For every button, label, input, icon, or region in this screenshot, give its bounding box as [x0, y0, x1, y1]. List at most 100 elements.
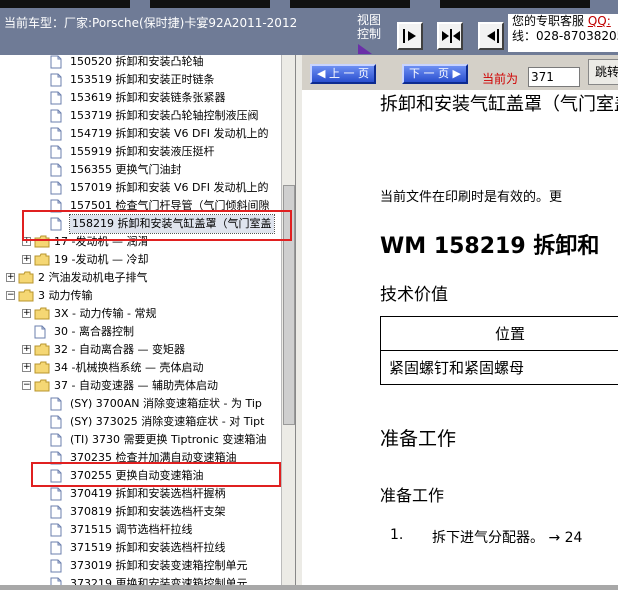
tree-item-label: 156355 更换气门油封 — [70, 163, 182, 176]
tree-item-label: 150520 拆卸和安装凸轮轴 — [70, 55, 204, 68]
preparation-heading: 准备工作 — [380, 428, 457, 450]
tree-vertical-scrollbar[interactable] — [281, 55, 295, 585]
tree-item-label: 37 - 自动变速器 — 辅助壳体启动 — [54, 379, 218, 392]
jump-button[interactable]: 跳转 — [588, 59, 618, 85]
tree-item-label: 3X - 动力传输 - 常规 — [54, 307, 157, 320]
step-text: 拆下进气分配器。 → 24 — [432, 530, 583, 546]
page-navigation-bar: ◀ 上 一 页 下 一 页 ▶ 当前为 跳转 — [302, 55, 618, 90]
tree-item-label: 153619 拆卸和安装链条张紧器 — [70, 91, 226, 104]
document-heading: WM 158219 拆卸和 — [380, 234, 600, 259]
tree-item[interactable]: 153719 拆卸和安装凸轮轴控制液压阀 — [0, 107, 281, 125]
highlight-box-370255 — [31, 462, 281, 487]
tree-item[interactable]: 157019 拆卸和安装 V6 DFI 发动机上的 — [0, 179, 281, 197]
top-strip — [0, 0, 130, 8]
table-header-position: 位置 — [380, 316, 618, 351]
contact-line-1: 您的专职客服 QQ: — [512, 14, 611, 28]
tree-item-label: 373219 更换和安装变速箱控制单元 — [70, 577, 248, 585]
next-page-button[interactable]: 下 一 页 ▶ — [402, 64, 468, 84]
table-cell: 紧固螺钉和紧固螺母 — [380, 350, 618, 385]
contact-line-2: 线：028-87038205 — [512, 29, 618, 43]
tree-item-label: 32 - 自动离合器 — 变矩器 — [54, 343, 185, 356]
tree-item[interactable]: 154719 拆卸和安装 V6 DFI 发动机上的 — [0, 125, 281, 143]
tree-folder[interactable]: +3X - 动力传输 - 常规 — [0, 305, 281, 323]
spec-table: 位置 紧固螺钉和紧固螺母 — [380, 316, 618, 385]
tree-folder[interactable]: +32 - 自动离合器 — 变矩器 — [0, 341, 281, 359]
collapse-icon[interactable]: − — [22, 381, 31, 390]
collapse-icon[interactable]: − — [6, 291, 15, 300]
vehicle-label: 当前车型：厂家:Porsche(保时捷)卡宴92A2011-2012 — [4, 16, 298, 30]
view-control-arrow-icon — [358, 44, 372, 54]
top-strip — [150, 0, 270, 8]
tree-item-label: 370819 拆卸和安装选档杆支架 — [70, 505, 226, 518]
top-strip — [290, 0, 410, 8]
tree-item[interactable]: 153619 拆卸和安装链条张紧器 — [0, 89, 281, 107]
page-number-input[interactable] — [528, 67, 580, 87]
tree-item[interactable]: (SY) 373025 消除变速箱症状 - 对 Tipt — [0, 413, 281, 431]
tree-item[interactable]: 153519 拆卸和安装正时链条 — [0, 71, 281, 89]
tree-item[interactable]: 370819 拆卸和安装选档杆支架 — [0, 503, 281, 521]
tree-folder[interactable]: +2 汽油发动机电子排气 — [0, 269, 281, 287]
expand-icon[interactable]: + — [22, 345, 31, 354]
prev-page-button[interactable]: ◀ 上 一 页 — [310, 64, 376, 84]
qq-link[interactable]: QQ: — [588, 14, 611, 28]
expand-icon[interactable]: + — [22, 255, 31, 264]
tree-item-label: (SY) 373025 消除变速箱症状 - 对 Tipt — [70, 415, 265, 428]
prev-arrow-icon: ◀ — [317, 67, 326, 80]
table-row: 紧固螺钉和紧固螺母 — [380, 350, 618, 385]
tree-item[interactable]: 156355 更换气门油封 — [0, 161, 281, 179]
tree-item[interactable]: 373219 更换和安装变速箱控制单元 — [0, 575, 281, 585]
tree-folder[interactable]: +19 -发动机 — 冷却 — [0, 251, 281, 269]
step-number: 1. — [390, 527, 404, 543]
document-title: 拆卸和安装气缸盖罩（气门室盖） — [380, 94, 618, 115]
collapse-right-button[interactable] — [478, 22, 504, 50]
customer-service-info: 您的专职客服 QQ: 线：028-87038205 — [508, 14, 618, 52]
tree-item[interactable]: (TI) 3730 需要更换 Tiptronic 变速箱油 — [0, 431, 281, 449]
current-page-label: 当前为 — [482, 72, 519, 86]
tree-item-label: 153719 拆卸和安装凸轮轴控制液压阀 — [70, 109, 259, 122]
preparation-subheading: 准备工作 — [380, 486, 445, 505]
table-header-row: 位置 — [380, 316, 618, 351]
tree-item-label: 2 汽油发动机电子排气 — [38, 271, 148, 284]
tree-folder[interactable]: − 37 - 自动变速器 — 辅助壳体启动 — [0, 377, 281, 395]
collapse-left-button[interactable] — [397, 22, 423, 50]
tree-item[interactable]: 371519 拆卸和安装选档杆拉线 — [0, 539, 281, 557]
tree-item-label: (TI) 3730 需要更换 Tiptronic 变速箱油 — [70, 433, 267, 446]
top-bar: 当前车型：厂家:Porsche(保时捷)卡宴92A2011-2012 视图控制 … — [0, 0, 618, 55]
tech-values-heading: 技术价值 — [380, 285, 448, 305]
tree-item[interactable]: 30 - 离合器控制 — [0, 323, 281, 341]
document-icon — [50, 577, 62, 585]
document-view: 拆卸和安装气缸盖罩（气门室盖） 当前文件在印刷时是有效的。更 WM 158219… — [302, 90, 618, 585]
arrow-right-bar-icon — [403, 29, 416, 43]
tree-item[interactable]: 150520 拆卸和安装凸轮轴 — [0, 55, 281, 71]
tree-item[interactable]: (SY) 3700AN 消除变速箱症状 - 为 Tip — [0, 395, 281, 413]
print-validity-note: 当前文件在印刷时是有效的。更 — [380, 190, 563, 205]
tree-item-label: 371515 调节选档杆拉线 — [70, 523, 193, 536]
tree-folder[interactable]: +34 -机械换档系统 — 壳体启动 — [0, 359, 281, 377]
tree-folder[interactable]: − 3 动力传输 — [0, 287, 281, 305]
tree-item-label: 153519 拆卸和安装正时链条 — [70, 73, 215, 86]
tree-item[interactable]: 155919 拆卸和安装液压挺杆 — [0, 143, 281, 161]
view-control-label: 视图控制 — [356, 13, 381, 41]
tree-item-label: 19 -发动机 — 冷却 — [54, 253, 149, 266]
tree-item[interactable]: 373019 拆卸和安装变速箱控制单元 — [0, 557, 281, 575]
tree-item-label: 370419 拆卸和安装选档杆握柄 — [70, 487, 226, 500]
tree-item-label: 373019 拆卸和安装变速箱控制单元 — [70, 559, 248, 572]
next-arrow-icon: ▶ — [452, 67, 461, 80]
top-strip — [440, 0, 590, 8]
tree-item[interactable]: 371515 调节选档杆拉线 — [0, 521, 281, 539]
tree-item-label: 371519 拆卸和安装选档杆拉线 — [70, 541, 226, 554]
bottom-scrollbar[interactable] — [296, 585, 618, 590]
tree-horizontal-scrollbar[interactable] — [0, 585, 296, 590]
tree-item-label: 155919 拆卸和安装液压挺杆 — [70, 145, 215, 158]
split-arrows-icon — [442, 29, 460, 43]
document-tree[interactable]: 150520 拆卸和安装凸轮轴 153519 拆卸和安装正时链条 153619 拆卸… — [0, 55, 296, 585]
tree-item-label: 154719 拆卸和安装 V6 DFI 发动机上的 — [70, 127, 269, 140]
arrow-left-bar-icon — [487, 29, 499, 43]
tree-item-label: 30 - 离合器控制 — [54, 325, 134, 338]
expand-icon[interactable]: + — [22, 363, 31, 372]
expand-icon[interactable]: + — [6, 273, 15, 282]
split-view-button[interactable] — [437, 22, 463, 50]
highlight-box-158219 — [22, 210, 292, 241]
tree-item[interactable]: 370419 拆卸和安装选档杆握柄 — [0, 485, 281, 503]
expand-icon[interactable]: + — [22, 309, 31, 318]
